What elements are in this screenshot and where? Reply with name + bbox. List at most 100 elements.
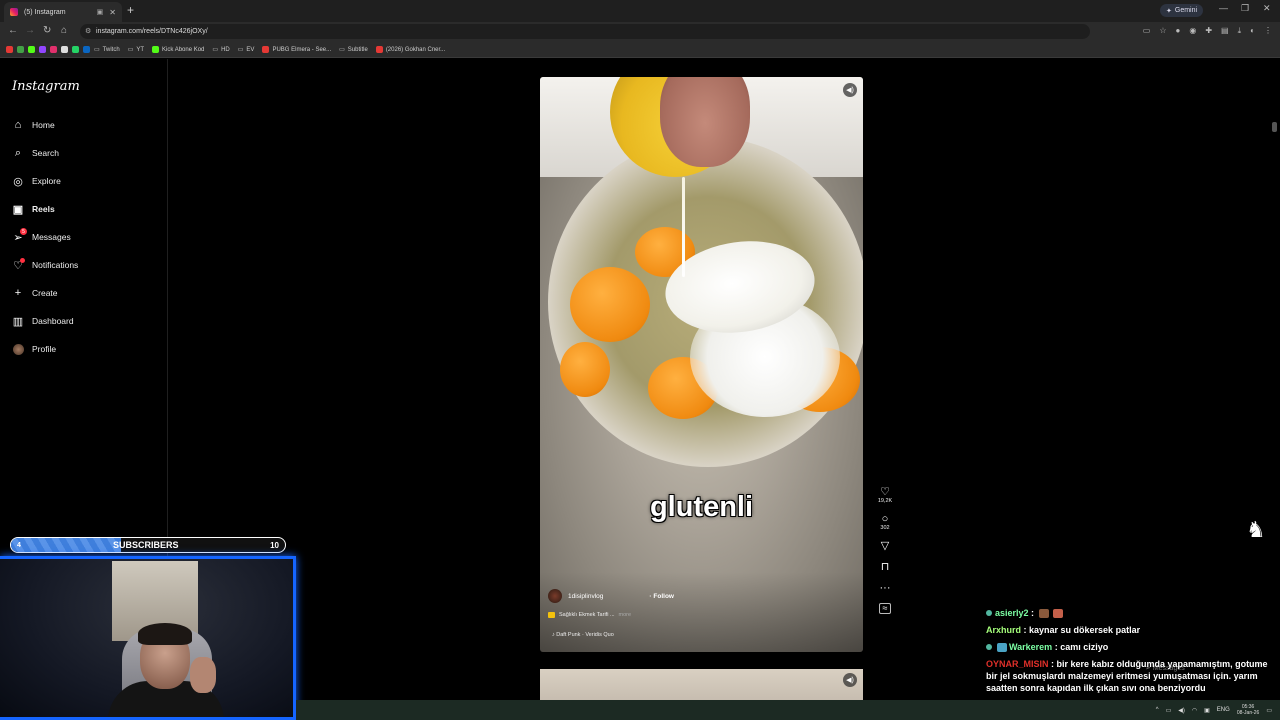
chat-badge-icon [986, 610, 992, 616]
instagram-logo[interactable]: Instagram [12, 79, 80, 94]
reels-icon: ▣ [12, 203, 24, 216]
network-icon[interactable]: ▭ [1166, 707, 1172, 714]
bookmark-favicon-icon[interactable] [72, 46, 79, 53]
profile-icon[interactable]: ◐ [1250, 26, 1255, 36]
audio-page-button[interactable]: ≈ [879, 603, 891, 614]
reel-music[interactable]: ♪ Daft Punk · Veridis Quo [552, 632, 614, 638]
youtube-icon [262, 46, 270, 53]
sound-toggle-button[interactable]: ◀) [843, 83, 857, 97]
bookmark-favicon-icon[interactable] [6, 46, 13, 53]
bookmark-favicon-icon[interactable] [50, 46, 57, 53]
sidebar-item-home[interactable]: ⌂ Home [12, 119, 55, 131]
comment-count: 302 [880, 525, 890, 531]
extension-icon[interactable]: ◉ [1189, 26, 1196, 36]
bookmark-gokhan[interactable]: (2026) Gokhan Cner... [375, 46, 445, 53]
bookmarks-bar: ▭ Twitch ▭ YT Kick Abone Kod ▭ HD ▭ EV PUBG … [0, 42, 1280, 58]
window-close-icon[interactable]: ✕ [1263, 3, 1271, 14]
language-indicator[interactable]: ENG [1217, 707, 1230, 713]
wifi-icon[interactable]: ◠ [1192, 707, 1197, 714]
search-icon: ⌕ [14, 146, 22, 159]
extension-icon[interactable]: ● [1176, 26, 1181, 36]
sidebar-item-messages[interactable]: ➢ 5 Messages [12, 228, 71, 244]
bookmark-favicon-icon[interactable] [28, 46, 35, 53]
kick-icon [152, 46, 160, 53]
bookmark-icon: ⊓ [880, 561, 890, 573]
back-icon[interactable]: ← [8, 25, 18, 36]
bread-emoji-icon [548, 612, 555, 618]
restore-icon[interactable]: ❐ [1241, 3, 1249, 14]
more-link[interactable]: more [619, 612, 632, 618]
webcam-feed [138, 623, 192, 645]
download-icon[interactable]: ⤓ [1238, 26, 1242, 36]
taskbar-clock[interactable]: 05:36 08-Jan-26 [1237, 704, 1260, 716]
bookmark-yt[interactable]: ▭ YT [128, 46, 144, 54]
gemini-label: Gemini [1174, 7, 1198, 14]
messages-icon: ➢ 5 [12, 228, 27, 244]
webcam-overlay [0, 556, 296, 720]
reel-author: 1disiplinvlog · Follow [548, 589, 674, 603]
subscriber-goal-fill [11, 538, 121, 552]
reel-username[interactable]: 1disiplinvlog [568, 593, 603, 600]
bookmark-twitch[interactable]: ▭ Twitch [94, 46, 120, 54]
bookmark-favicon-icon[interactable] [61, 46, 68, 53]
extensions-puzzle-icon[interactable]: ✚ [1205, 26, 1212, 36]
share-icon: ▽ [880, 540, 890, 552]
emote-icon [1038, 609, 1049, 619]
tab-close-icon[interactable]: ✕ [109, 8, 116, 17]
scrollbar-thumb[interactable] [1272, 122, 1277, 132]
gemini-sparkle-icon: ✦ [1166, 7, 1172, 15]
bookmark-ev[interactable]: ▭ EV [238, 46, 255, 54]
like-button[interactable]: ♡ 19,2K [878, 486, 892, 504]
subscriber-label: SUBSCRIBERS [113, 540, 179, 550]
follow-button[interactable]: · Follow [649, 593, 674, 600]
sidebar-item-create[interactable]: + Create [12, 287, 58, 299]
star-icon[interactable]: ☆ [1159, 26, 1166, 36]
forward-icon[interactable]: → [25, 25, 35, 36]
tab-audio-icon[interactable]: ▣ [97, 8, 104, 16]
sidebar-item-dashboard[interactable]: ▥ Dashboard [12, 315, 74, 328]
avatar[interactable] [548, 589, 562, 603]
more-options-button[interactable]: ··· [880, 582, 891, 594]
cast-icon[interactable]: ▭ [1143, 26, 1151, 36]
reel-video[interactable]: ◀) glutenli 1disiplinvlog · Follow Sağlı… [540, 77, 863, 652]
speaker-icon: ◀) [846, 677, 854, 684]
next-reel-preview[interactable]: ◀) [540, 669, 863, 700]
heart-icon: ♡ [880, 486, 890, 498]
share-button[interactable]: ▽ [881, 540, 889, 552]
sidebar-item-profile[interactable]: Profile [12, 343, 56, 355]
reload-icon[interactable]: ↻ [43, 25, 51, 36]
subscriber-goal: 10 [270, 540, 279, 550]
sidebar-item-explore[interactable]: ◎ Explore [12, 175, 61, 188]
sound-toggle-button[interactable]: ◀) [843, 673, 857, 687]
bookmark-subtitle[interactable]: ▭ Subtitle [339, 46, 368, 54]
bookmark-hd[interactable]: ▭ HD [212, 46, 229, 54]
tray-chevron-icon[interactable]: ^ [1156, 707, 1159, 713]
comment-button[interactable]: ○ 302 [880, 513, 889, 531]
bookmark-pubg[interactable]: PUBG Elmera - See... [262, 46, 331, 53]
home-browser-icon[interactable]: ⌂ [61, 25, 67, 36]
menu-icon[interactable]: ⋮ [1264, 26, 1272, 36]
bookmark-kick[interactable]: Kick Abone Kod [152, 46, 204, 53]
new-tab-button[interactable]: + [127, 3, 134, 17]
save-button[interactable]: ⊓ [881, 561, 890, 573]
gemini-button[interactable]: ✦ Gemini [1160, 4, 1204, 17]
tray-icon[interactable]: ▣ [1204, 707, 1210, 714]
notification-center-icon[interactable]: ▭ [1266, 707, 1272, 714]
address-bar[interactable]: ⚙ instagram.com/reels/DTNc426jOXy/ [80, 24, 1090, 39]
speaker-icon: ◀) [846, 87, 854, 94]
chat-message: asierly2 : [986, 607, 1278, 619]
chat-message: OYNAR_MISIN : bir kere kabız olduğumda y… [986, 659, 1268, 693]
messages-floating-button[interactable]: ➢ Messages [1145, 664, 1185, 672]
site-info-icon[interactable]: ⚙ [85, 27, 91, 35]
sidebar-item-notifications[interactable]: ♡ Notifications [12, 258, 78, 272]
sidebar-item-search[interactable]: ⌕ Search [12, 147, 59, 159]
browser-tab-instagram[interactable]: (5) Instagram ▣ ✕ [4, 2, 122, 22]
minimize-icon[interactable]: — [1219, 3, 1228, 13]
sidepanel-icon[interactable]: ▤ [1221, 26, 1229, 36]
bookmark-favicon-icon[interactable] [39, 46, 46, 53]
folder-icon: ▭ [339, 47, 345, 53]
sidebar-item-reels[interactable]: ▣ Reels [12, 203, 55, 216]
bookmark-favicon-icon[interactable] [17, 46, 24, 53]
bookmark-favicon-icon[interactable] [83, 46, 90, 53]
volume-icon[interactable]: ◀) [1178, 707, 1185, 714]
